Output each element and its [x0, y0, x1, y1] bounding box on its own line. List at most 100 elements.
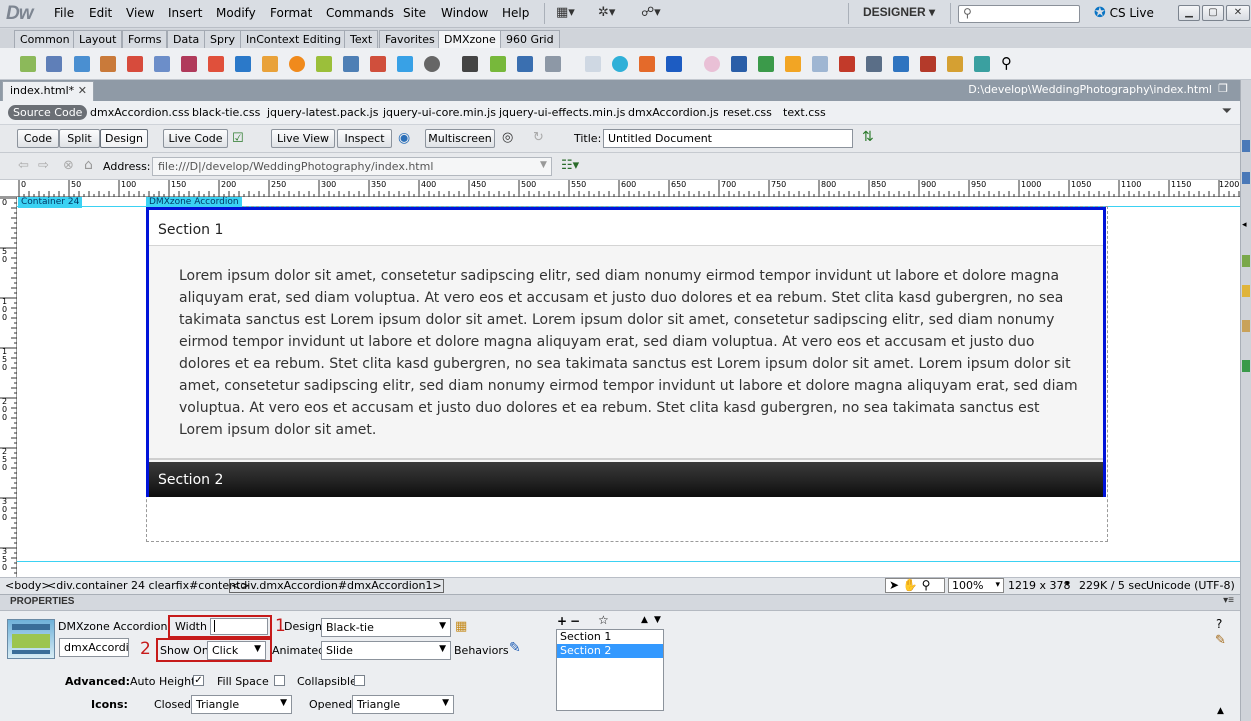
video-icon[interactable]: [462, 56, 478, 72]
insert-widget-icon[interactable]: [208, 56, 224, 72]
help-search-input[interactable]: ⚲: [958, 5, 1080, 23]
close-window-button[interactable]: ✕: [1226, 5, 1250, 21]
collapsible-checkbox[interactable]: [354, 675, 365, 686]
related-file[interactable]: jquery-ui-core.min.js: [383, 106, 496, 119]
insert-widget-icon[interactable]: [974, 56, 990, 72]
insert-widget-icon[interactable]: [46, 56, 62, 72]
check-icon[interactable]: ☑: [232, 131, 244, 146]
move-down-icon[interactable]: ▼: [654, 615, 661, 625]
split-view-button[interactable]: Split: [59, 129, 100, 148]
add-section-icon[interactable]: +: [557, 614, 567, 628]
panel-icon[interactable]: [1242, 255, 1250, 267]
insert-widget-icon[interactable]: [585, 56, 601, 72]
widget-id-input[interactable]: dmxAccordion: [59, 638, 129, 657]
stop-icon[interactable]: ⊗: [63, 158, 74, 173]
insert-widget-icon[interactable]: [316, 56, 332, 72]
related-file[interactable]: text.css: [783, 106, 826, 119]
audio-icon[interactable]: [424, 56, 440, 72]
insert-widget-icon[interactable]: [839, 56, 855, 72]
rss-icon[interactable]: [893, 56, 909, 72]
insert-widget-icon[interactable]: [127, 56, 143, 72]
menu-file[interactable]: File: [54, 6, 74, 20]
title-input[interactable]: Untitled Document: [603, 129, 853, 148]
hand-icon[interactable]: ✋: [903, 578, 918, 592]
insert-widget-icon[interactable]: [866, 56, 882, 72]
menu-edit[interactable]: Edit: [89, 6, 112, 20]
related-file[interactable]: dmxAccordion.js: [628, 106, 719, 119]
menu-view[interactable]: View: [126, 6, 154, 20]
remove-section-icon[interactable]: −: [570, 614, 580, 628]
tab-data[interactable]: Data: [167, 30, 206, 48]
tag-selector-container[interactable]: <div.container 24 clearfix#content>: [47, 579, 250, 592]
move-up-icon[interactable]: ▲: [641, 615, 648, 625]
menu-insert[interactable]: Insert: [168, 6, 202, 20]
expand-panel-icon[interactable]: ◂: [1242, 220, 1247, 230]
tab-spry[interactable]: Spry: [204, 30, 241, 48]
closed-icon-select[interactable]: Triangle ▼: [191, 695, 292, 714]
insert-widget-icon[interactable]: [947, 56, 963, 72]
document-tab[interactable]: index.html* ✕: [2, 81, 94, 101]
panel-icon[interactable]: [1242, 172, 1250, 184]
insert-widget-icon[interactable]: [545, 56, 561, 72]
panel-icon[interactable]: [1242, 360, 1250, 372]
tab-common[interactable]: Common: [14, 30, 76, 48]
fill-space-checkbox[interactable]: [274, 675, 285, 686]
workspace-switcher[interactable]: DESIGNER ▾: [863, 5, 935, 19]
menu-commands[interactable]: Commands: [326, 6, 394, 20]
related-file[interactable]: dmxAccordion.css: [90, 106, 189, 119]
tag-selector-accordion[interactable]: <div.dmxAccordion#dmxAccordion1>: [229, 579, 444, 593]
insert-widget-icon[interactable]: [181, 56, 197, 72]
related-file-source-code[interactable]: Source Code: [8, 105, 88, 120]
minimize-button[interactable]: ▁: [1178, 5, 1200, 21]
back-icon[interactable]: ⇦: [18, 158, 29, 173]
fullscreen-icon[interactable]: [517, 56, 533, 72]
globe-icon[interactable]: ◉: [398, 130, 410, 146]
insert-widget-icon[interactable]: [343, 56, 359, 72]
twitter-icon[interactable]: [397, 56, 413, 72]
tab-incontext-editing[interactable]: InContext Editing: [240, 30, 348, 48]
panel-icon[interactable]: [1242, 140, 1250, 152]
show-on-select[interactable]: Click ▼: [207, 641, 266, 660]
help-icon[interactable]: ?: [1216, 617, 1222, 631]
accordion-widget[interactable]: Section 1 Lorem ipsum dolor sit amet, co…: [146, 207, 1106, 497]
cs-live-button[interactable]: ✪ CS Live: [1094, 5, 1154, 21]
live-view-button[interactable]: Live View: [271, 129, 335, 148]
behaviors-icon[interactable]: ✎: [509, 640, 521, 656]
auto-height-checkbox[interactable]: ✓: [193, 675, 204, 686]
refresh-icon[interactable]: ↻: [533, 130, 544, 145]
menu-window[interactable]: Window: [441, 6, 488, 20]
insert-widget-icon[interactable]: [731, 56, 747, 72]
forward-icon[interactable]: ⇨: [38, 158, 49, 173]
menu-format[interactable]: Format: [270, 6, 312, 20]
menu-help[interactable]: Help: [502, 6, 529, 20]
width-input[interactable]: [210, 618, 268, 635]
code-view-button[interactable]: Code: [17, 129, 59, 148]
home-icon[interactable]: ⌂: [84, 157, 93, 173]
tab-960-grid[interactable]: 960 Grid: [500, 30, 560, 48]
insert-widget-icon[interactable]: [262, 56, 278, 72]
section-list-item[interactable]: Section 1: [557, 630, 663, 644]
insert-widget-icon[interactable]: [370, 56, 386, 72]
tag-selector-body[interactable]: <body>: [5, 579, 51, 592]
insert-widget-icon[interactable]: [639, 56, 655, 72]
tab-forms[interactable]: Forms: [122, 30, 168, 48]
panel-icon[interactable]: [1242, 285, 1250, 297]
insert-widget-icon[interactable]: [100, 56, 116, 72]
accordion-section-1-header[interactable]: Section 1: [149, 210, 1103, 246]
collapsed-panel-strip[interactable]: ◂: [1240, 80, 1251, 721]
insert-widget-icon[interactable]: [812, 56, 828, 72]
accordion-section-2-header[interactable]: Section 2: [149, 462, 1103, 497]
insert-widget-icon[interactable]: [235, 56, 251, 72]
panel-icon[interactable]: [1242, 320, 1250, 332]
properties-header[interactable]: PROPERTIES ▾≡: [0, 595, 1240, 611]
design-canvas[interactable]: Container 24 DMXzone Accordion Section 1…: [17, 197, 1240, 577]
restore-document-icon[interactable]: ❐: [1218, 82, 1228, 95]
sections-list[interactable]: Section 1 Section 2: [556, 629, 664, 711]
zoom-select[interactable]: 100% ▾: [948, 578, 1004, 593]
design-select[interactable]: Black-tie ▼: [321, 618, 451, 637]
related-file[interactable]: black-tie.css: [192, 106, 260, 119]
browser-options-icon[interactable]: ☷▾: [561, 158, 579, 173]
collapse-panel-icon[interactable]: ▲: [1217, 706, 1224, 716]
tab-dmxzone[interactable]: DMXzone: [438, 30, 502, 48]
magnifier-icon[interactable]: ⚲: [1001, 56, 1017, 72]
